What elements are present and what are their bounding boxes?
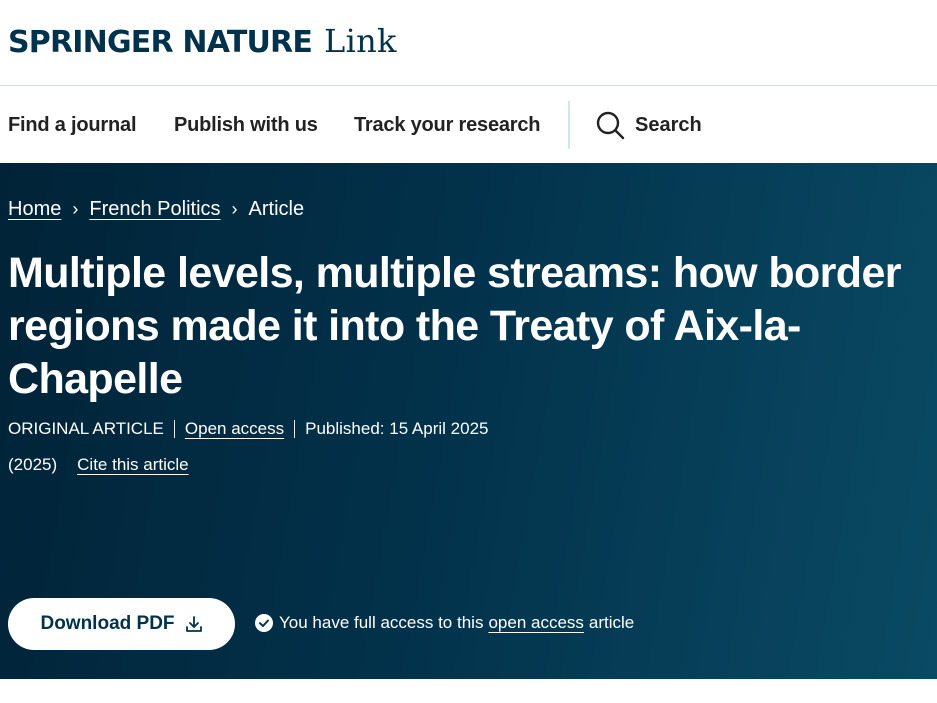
chevron-right-icon: ›	[231, 199, 238, 219]
chevron-right-icon: ›	[72, 199, 79, 219]
article-year: (2025)	[8, 455, 58, 474]
nav-find-journal[interactable]: Find a journal	[8, 87, 137, 163]
open-access-link[interactable]: Open access	[185, 419, 284, 439]
download-icon	[185, 616, 202, 632]
published-date: Published: 15 April 2025	[305, 419, 489, 438]
site-header: SPRINGER NATURE Link	[0, 0, 937, 86]
breadcrumb-journal[interactable]: French Politics	[89, 198, 220, 221]
article-type: ORIGINAL ARTICLE	[8, 419, 164, 438]
logo-product: Link	[324, 22, 397, 60]
download-pdf-label: Download PDF	[40, 613, 175, 634]
search-icon	[596, 111, 625, 140]
article-citation: (2025) Cite this article	[8, 455, 189, 475]
access-open-access-link[interactable]: open access	[488, 613, 583, 633]
springer-link-logo[interactable]: SPRINGER NATURE Link	[8, 22, 397, 60]
search-label: Search	[635, 113, 702, 136]
meta-divider	[294, 420, 296, 438]
logo-brand: SPRINGER NATURE	[8, 25, 313, 60]
check-circle-icon	[255, 614, 273, 632]
breadcrumb-home[interactable]: Home	[8, 198, 61, 221]
meta-divider	[173, 420, 175, 438]
cite-article-link[interactable]: Cite this article	[77, 455, 188, 475]
article-meta: ORIGINAL ARTICLE Open access Published: …	[8, 419, 488, 439]
article-title: Multiple levels, multiple streams: how b…	[8, 249, 902, 403]
search-button[interactable]: Search	[595, 87, 702, 163]
access-prefix: You have full access to this	[279, 613, 484, 632]
nav-divider	[568, 101, 570, 149]
article-hero: Home › French Politics › Article Multipl…	[0, 163, 937, 679]
main-nav: Find a journal Publish with us Track you…	[0, 87, 937, 163]
nav-track-research[interactable]: Track your research	[354, 87, 541, 163]
breadcrumb: Home › French Politics › Article	[8, 198, 304, 221]
breadcrumb-current: Article	[248, 198, 305, 220]
access-notice: You have full access to this open access…	[255, 613, 634, 633]
nav-publish[interactable]: Publish with us	[174, 87, 318, 163]
access-suffix: article	[588, 613, 635, 632]
download-pdf-button[interactable]: Download PDF	[8, 598, 235, 650]
